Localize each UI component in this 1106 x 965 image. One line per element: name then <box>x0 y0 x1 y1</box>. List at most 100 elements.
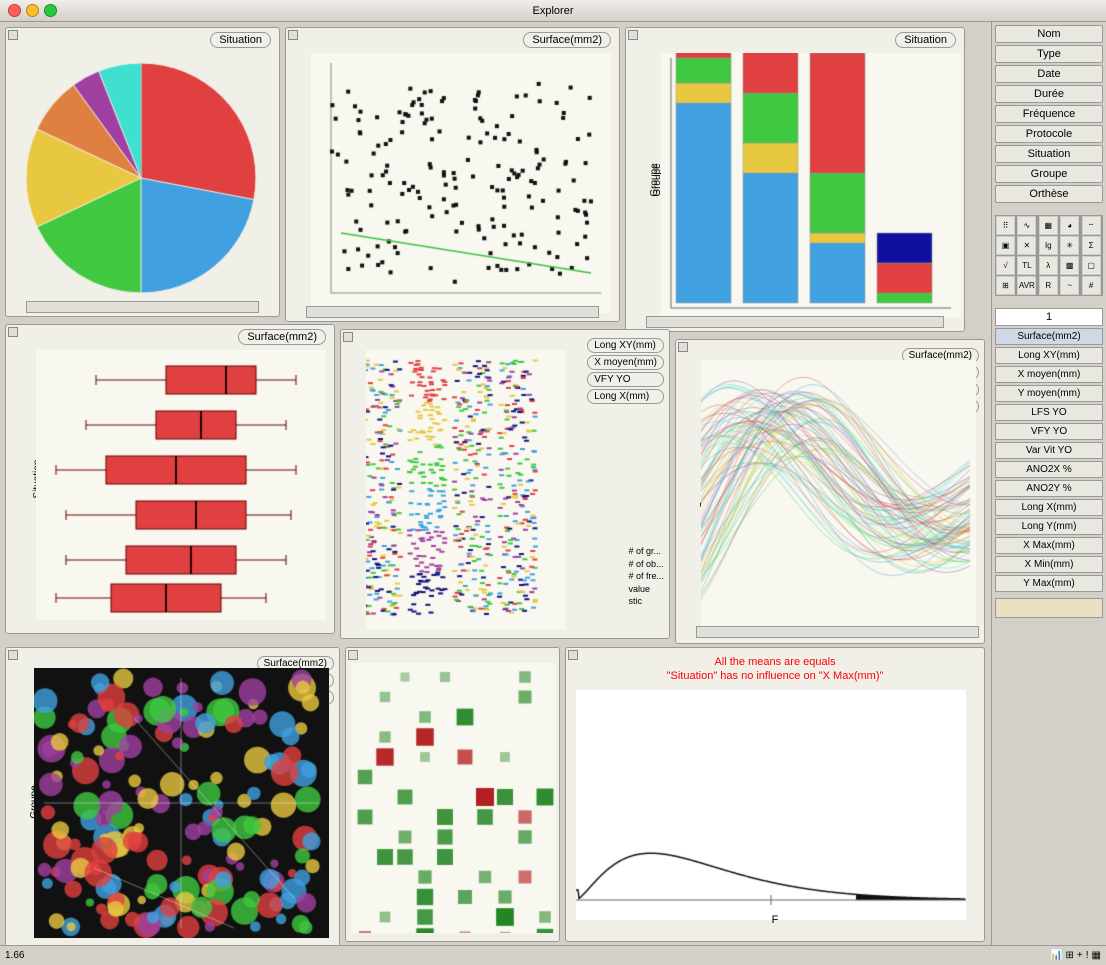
icon-scatter[interactable]: ⠿ <box>996 216 1015 235</box>
icon-hash[interactable]: # <box>1082 276 1101 295</box>
pie-scrollbar[interactable] <box>26 301 259 313</box>
panel-corner <box>288 30 298 40</box>
zoom-level: 1.66 <box>5 950 24 961</box>
scatter-scrollbar[interactable] <box>306 306 599 318</box>
box-canvas <box>36 350 326 620</box>
sidebar-orthese[interactable]: Orthèse <box>995 185 1103 203</box>
icon-line[interactable]: ∿ <box>1017 216 1036 235</box>
strip-stat-1: # of gr... <box>628 545 664 558</box>
icon-grid3[interactable]: ⊞ <box>996 276 1015 295</box>
panel-corner <box>568 650 578 660</box>
panel-corner <box>8 327 18 337</box>
icon-bar[interactable]: ▦ <box>1039 216 1058 235</box>
icon-wave[interactable]: ~ <box>1060 276 1079 295</box>
icon-grid2[interactable]: ▣ <box>996 236 1015 255</box>
panel-corner <box>348 650 358 660</box>
sidebar-nom[interactable]: Nom <box>995 25 1103 43</box>
icon-grid: ⠿ ∿ ▦ ◕ ⠒ ▣ ✕ Ig ✳ Σ √ TL λ ▩ ▢ ⊞ AVR R … <box>995 215 1103 296</box>
matrix-canvas <box>351 663 556 933</box>
strip-legend-1: Long XY(mm) <box>587 338 664 353</box>
sidebar-var-vfyyo[interactable]: VFY YO <box>995 423 1103 440</box>
title-bar: Explorer <box>0 0 1106 22</box>
status-table-icon: ▦ <box>1092 950 1101 961</box>
sidebar-var-surface[interactable]: Surface(mm2) <box>995 328 1103 345</box>
anova-x-label: F <box>772 914 779 926</box>
panel-corner <box>8 650 18 660</box>
box-title: Surface(mm2) <box>238 329 326 345</box>
sidebar-var-xmoyen[interactable]: X moyen(mm) <box>995 366 1103 383</box>
bar-top-title: Situation <box>895 32 956 48</box>
bar-top-canvas <box>661 53 961 318</box>
panel-corner <box>628 30 638 40</box>
icon-r[interactable]: R <box>1039 276 1058 295</box>
minimize-button[interactable] <box>26 4 39 17</box>
sidebar-frequence[interactable]: Fréquence <box>995 105 1103 123</box>
strip-legend-3: VFY YO <box>587 372 664 387</box>
sidebar-var-longxy[interactable]: Long XY(mm) <box>995 347 1103 364</box>
sidebar-number: 1 <box>995 308 1103 326</box>
sidebar-groupe[interactable]: Groupe <box>995 165 1103 183</box>
icon-sigma[interactable]: Σ <box>1082 236 1101 255</box>
strip-legends: Long XY(mm) X moyen(mm) VFY YO Long X(mm… <box>587 338 664 404</box>
icon-pattern[interactable]: ▩ <box>1060 256 1079 275</box>
anova-message-1: All the means are equals <box>714 656 835 668</box>
sidebar-date[interactable]: Date <box>995 65 1103 83</box>
icon-box2[interactable]: ▢ <box>1082 256 1101 275</box>
sidebar-duree[interactable]: Durée <box>995 85 1103 103</box>
window-controls <box>8 4 57 17</box>
sidebar-situation[interactable]: Situation <box>995 145 1103 163</box>
sidebar-var-varvityo[interactable]: Var Vit YO <box>995 442 1103 459</box>
box-panel: Surface(mm2) Situation <box>5 324 335 634</box>
status-icons: 📊 ⊞ + ! ▦ <box>1050 950 1101 961</box>
bar-top-panel: Situation Groupe Groupe <box>625 27 965 332</box>
anova-panel: All the means are equals "Situation" has… <box>565 647 985 942</box>
sidebar-var-ymax[interactable]: Y Max(mm) <box>995 575 1103 592</box>
app-title: Explorer <box>533 5 574 17</box>
status-chart-icon: 📊 <box>1050 950 1062 961</box>
icon-x[interactable]: ✕ <box>1017 236 1036 255</box>
sidebar-var-longx[interactable]: Long X(mm) <box>995 499 1103 516</box>
close-button[interactable] <box>8 4 21 17</box>
pie-chart-canvas <box>11 48 276 313</box>
icon-tl[interactable]: TL <box>1017 256 1036 275</box>
sidebar-var-xmin[interactable]: X Min(mm) <box>995 556 1103 573</box>
sidebar-var-ano2y[interactable]: ANO2Y % <box>995 480 1103 497</box>
sidebar-var-ano2x[interactable]: ANO2X % <box>995 461 1103 478</box>
strip-panel: Long XY(mm) X moyen(mm) VFY YO Long X(mm… <box>340 329 670 639</box>
icon-ig[interactable]: Ig <box>1039 236 1058 255</box>
maximize-button[interactable] <box>44 4 57 17</box>
strip-stat-5: stic <box>628 595 664 608</box>
curve-panel: Surface(mm2) Long XY(mm) LFS YO Long Y(m… <box>675 339 985 644</box>
icon-lambda[interactable]: λ <box>1039 256 1058 275</box>
strip-canvas <box>366 350 566 630</box>
icon-star[interactable]: ✳ <box>1060 236 1079 255</box>
sidebar-type[interactable]: Type <box>995 45 1103 63</box>
pie-chart-panel: Situation <box>5 27 280 317</box>
panel-corner <box>8 30 18 40</box>
curve-scrollbar[interactable] <box>696 626 979 638</box>
sidebar-var-longy[interactable]: Long Y(mm) <box>995 518 1103 535</box>
icon-pie[interactable]: ◕ <box>1060 216 1079 235</box>
curve-canvas <box>701 360 976 635</box>
sidebar-var-lfsyo[interactable]: LFS YO <box>995 404 1103 421</box>
panel-corner <box>343 332 353 342</box>
sidebar-var-xmax[interactable]: X Max(mm) <box>995 537 1103 554</box>
icon-avr[interactable]: AVR <box>1017 276 1036 295</box>
sidebar-var-ymoyen[interactable]: Y moyen(mm) <box>995 385 1103 402</box>
strip-legend-4: Long X(mm) <box>587 389 664 404</box>
sidebar-protocole[interactable]: Protocole <box>995 125 1103 143</box>
strip-stats: # of gr... # of ob... # of fre... value … <box>628 545 664 608</box>
status-grid-icon: ⊞ <box>1066 950 1074 961</box>
sidebar-color-bar <box>995 598 1103 618</box>
bar-top-scrollbar[interactable] <box>646 316 944 328</box>
scatter-title: Surface(mm2) <box>523 32 611 48</box>
panels-area: Situation Surface(mm2) ANO2X % Situation… <box>0 22 991 965</box>
icon-dots[interactable]: ⠒ <box>1082 216 1101 235</box>
bubble-canvas <box>34 668 329 938</box>
status-warning-icon: ! <box>1086 950 1089 961</box>
icon-sqrt[interactable]: √ <box>996 256 1015 275</box>
right-sidebar: Nom Type Date Durée Fréquence Protocole … <box>991 22 1106 965</box>
strip-stat-3: # of fre... <box>628 570 664 583</box>
anova-canvas <box>576 690 966 920</box>
matrix-panel <box>345 647 560 942</box>
